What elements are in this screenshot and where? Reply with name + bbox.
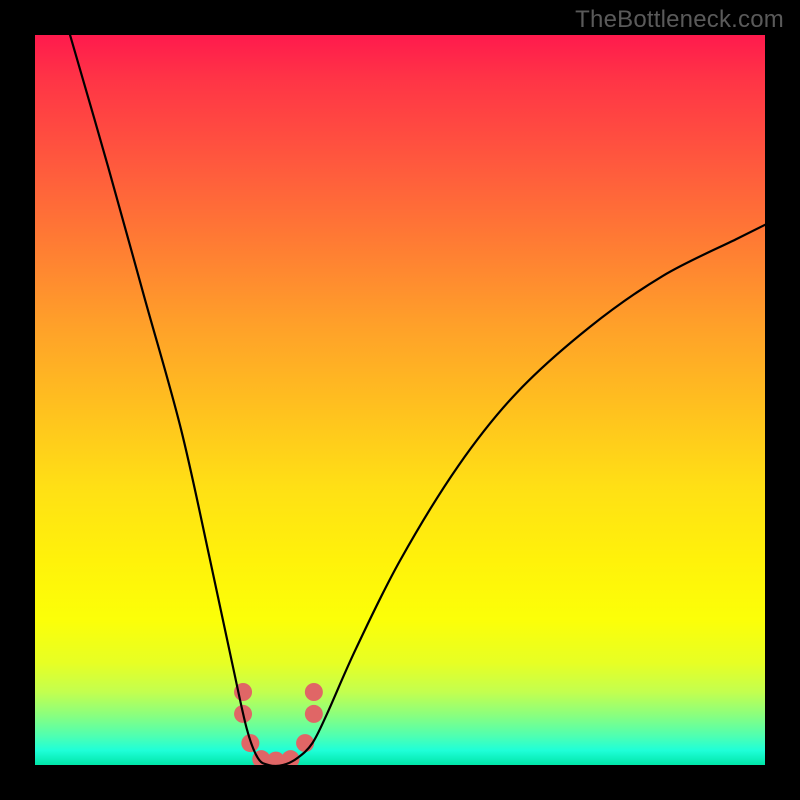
watermark-text: TheBottleneck.com: [575, 6, 784, 34]
plot-area: [35, 35, 765, 765]
chart-svg: [35, 35, 765, 765]
valley-dot: [305, 683, 323, 701]
bottleneck-curve: [70, 35, 765, 765]
outer-frame: TheBottleneck.com: [0, 0, 800, 800]
valley-markers: [234, 683, 323, 765]
valley-dot: [305, 705, 323, 723]
